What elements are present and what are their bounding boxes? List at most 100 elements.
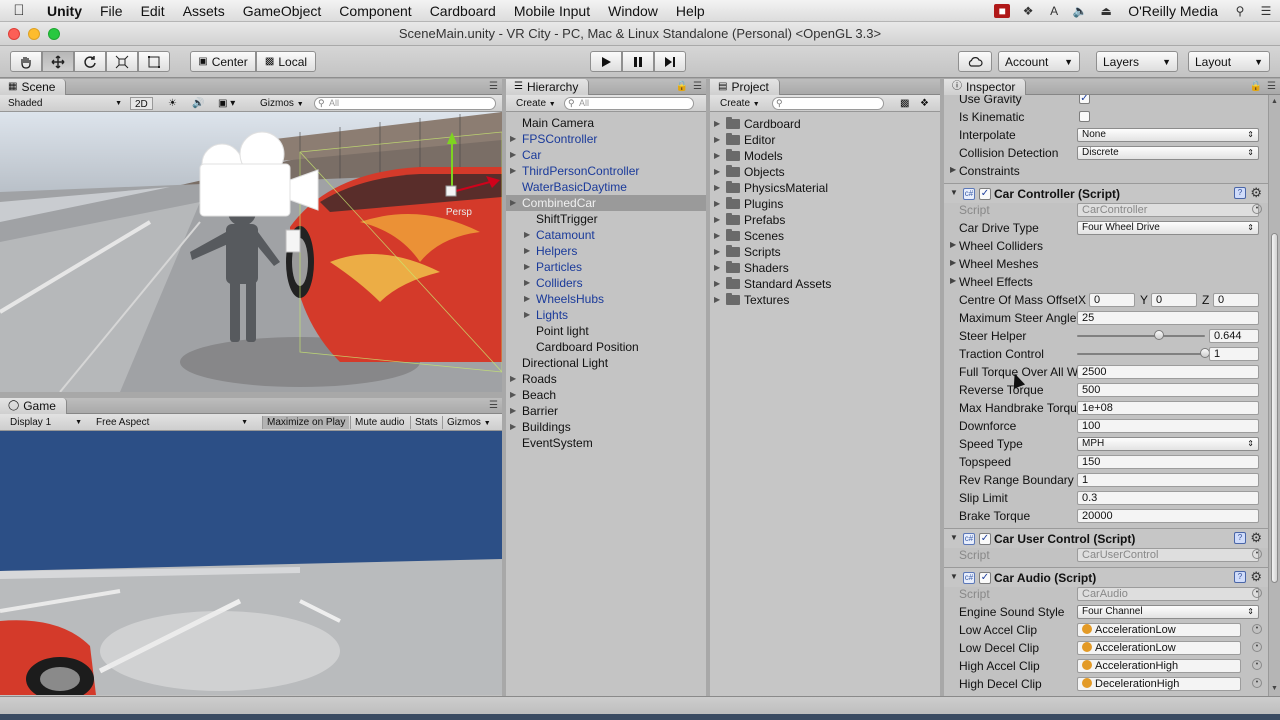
low-decel-clip-field[interactable]: AccelerationLow xyxy=(1077,641,1241,655)
wheel-effects-foldout[interactable]: ▶ Wheel Effects xyxy=(944,273,1268,291)
car-audio-enabled-checkbox[interactable]: ✓ xyxy=(979,572,991,584)
expand-triangle-icon[interactable]: ▶ xyxy=(714,180,720,196)
hierarchy-item[interactable]: ▶ Buildings xyxy=(506,419,706,435)
play-button[interactable] xyxy=(590,51,622,72)
help-book-icon[interactable]: ? xyxy=(1234,532,1246,544)
gear-icon[interactable]: ⚙ xyxy=(1250,530,1262,546)
max-handbrake-field[interactable]: 1e+08 xyxy=(1077,401,1259,415)
hierarchy-item[interactable]: ShiftTrigger xyxy=(506,211,706,227)
scene-viewport[interactable]: Persp xyxy=(0,112,502,392)
tab-scene[interactable]: ▦ Scene xyxy=(0,79,67,95)
project-folder-item[interactable]: ▶ Models xyxy=(710,148,940,164)
2d-toggle[interactable]: 2D xyxy=(130,97,153,110)
dropbox-icon[interactable]: ❖ xyxy=(1020,4,1036,18)
slip-limit-field[interactable]: 0.3 xyxy=(1077,491,1259,505)
menu-window[interactable]: Window xyxy=(599,3,667,19)
expand-triangle-icon[interactable]: ▶ xyxy=(524,227,530,243)
hierarchy-create-dropdown[interactable]: Create ▼ xyxy=(512,97,560,110)
scale-tool-button[interactable] xyxy=(106,51,138,72)
expand-triangle-icon[interactable]: ▶ xyxy=(714,212,720,228)
project-folder-item[interactable]: ▶ PhysicsMaterial xyxy=(710,180,940,196)
downforce-field[interactable]: 100 xyxy=(1077,419,1259,433)
scene-gizmos-dropdown[interactable]: Gizmos ▼ xyxy=(256,97,308,110)
hierarchy-search-input[interactable]: ⚲ All xyxy=(564,97,694,110)
menu-edit[interactable]: Edit xyxy=(132,3,174,19)
move-tool-button[interactable] xyxy=(42,51,74,72)
help-book-icon[interactable]: ? xyxy=(1234,571,1246,583)
tab-game[interactable]: ◯ Game xyxy=(0,398,67,414)
expand-triangle-icon[interactable]: ▶ xyxy=(714,196,720,212)
hierarchy-item[interactable]: WaterBasicDaytime xyxy=(506,179,706,195)
car-drive-type-dropdown[interactable]: Four Wheel Drive ⇕ xyxy=(1077,221,1259,235)
layout-dropdown[interactable]: Layout ▼ xyxy=(1188,51,1270,72)
lighting-icon[interactable]: ☀ xyxy=(164,97,181,110)
hierarchy-item[interactable]: Main Camera xyxy=(506,115,706,131)
shading-mode-dropdown[interactable]: Shaded ▼ xyxy=(4,97,124,110)
expand-triangle-icon[interactable]: ▶ xyxy=(714,132,720,148)
tab-hierarchy[interactable]: ☰ Hierarchy xyxy=(506,79,590,95)
rect-tool-button[interactable] xyxy=(138,51,170,72)
gear-icon[interactable]: ⚙ xyxy=(1250,185,1262,201)
scroll-down-icon[interactable]: ▼ xyxy=(1269,684,1280,694)
scroll-up-icon[interactable]: ▲ xyxy=(1269,97,1280,107)
expand-triangle-icon[interactable]: ▶ xyxy=(714,228,720,244)
expand-triangle-icon[interactable]: ▶ xyxy=(510,163,516,179)
car-user-control-enabled-checkbox[interactable]: ✓ xyxy=(979,533,991,545)
expand-triangle-icon[interactable]: ▶ xyxy=(524,307,530,323)
stats-toggle[interactable]: Stats xyxy=(410,416,442,429)
mute-audio-toggle[interactable]: Mute audio xyxy=(350,416,408,429)
tab-project[interactable]: ▤ Project xyxy=(710,79,780,95)
traction-control-slider-track[interactable] xyxy=(1077,353,1205,355)
brake-torque-field[interactable]: 20000 xyxy=(1077,509,1259,523)
car-controller-enabled-checkbox[interactable]: ✓ xyxy=(979,188,991,200)
hand-tool-button[interactable] xyxy=(10,51,42,72)
car-user-control-header[interactable]: ▼ c# ✓ Car User Control (Script) ? ⚙ xyxy=(944,528,1268,548)
project-folder-item[interactable]: ▶ Prefabs xyxy=(710,212,940,228)
minimize-window-button[interactable] xyxy=(28,28,40,40)
user-menu[interactable]: O'Reilly Media xyxy=(1124,3,1222,19)
hierarchy-item[interactable]: ▶ Roads xyxy=(506,371,706,387)
high-accel-clip-field[interactable]: AccelerationHigh xyxy=(1077,659,1241,673)
constraints-foldout[interactable]: ▶ Constraints xyxy=(944,162,1268,180)
project-folder-item[interactable]: ▶ Shaders xyxy=(710,260,940,276)
collision-detection-dropdown[interactable]: Discrete ⇕ xyxy=(1077,146,1259,160)
expand-triangle-icon[interactable]: ▶ xyxy=(714,164,720,180)
traction-control-field[interactable]: 1 xyxy=(1209,347,1259,361)
pause-button[interactable] xyxy=(622,51,654,72)
game-gizmos-dropdown[interactable]: Gizmos ▼ xyxy=(442,416,495,429)
hierarchy-item[interactable]: ▶ Catamount xyxy=(506,227,706,243)
lock-icon[interactable]: 🔒 xyxy=(676,81,688,92)
expand-triangle-icon[interactable]: ▶ xyxy=(510,419,516,435)
expand-triangle-icon[interactable]: ▶ xyxy=(524,275,530,291)
hierarchy-item[interactable]: Cardboard Position xyxy=(506,339,706,355)
rotate-tool-button[interactable] xyxy=(74,51,106,72)
hierarchy-item[interactable]: ▶ CombinedCar xyxy=(506,195,706,211)
expand-triangle-icon[interactable]: ▶ xyxy=(510,131,516,147)
high-decel-clip-field[interactable]: DecelerationHigh xyxy=(1077,677,1241,691)
com-y-field[interactable]: 0 xyxy=(1151,293,1197,307)
object-picker-icon[interactable]: • xyxy=(1252,660,1262,670)
is-kinematic-checkbox[interactable] xyxy=(1079,111,1090,122)
car-audio-script-field[interactable]: CarAudio xyxy=(1077,587,1259,601)
expand-triangle-icon[interactable]: ▶ xyxy=(510,147,516,163)
interpolate-dropdown[interactable]: None ⇕ xyxy=(1077,128,1259,142)
expand-triangle-icon[interactable]: ▶ xyxy=(524,291,530,307)
wheel-meshes-foldout[interactable]: ▶ Wheel Meshes xyxy=(944,255,1268,273)
adobe-icon[interactable]: A xyxy=(1046,4,1062,18)
inspector-scrollbar-thumb[interactable] xyxy=(1271,233,1278,583)
car-controller-header[interactable]: ▼ c# ✓ Car Controller (Script) ? ⚙ xyxy=(944,183,1268,203)
hierarchy-item[interactable]: ▶ FPSController xyxy=(506,131,706,147)
hierarchy-item[interactable]: Point light xyxy=(506,323,706,339)
spotlight-search-icon[interactable]: ⚲ xyxy=(1232,4,1248,18)
full-torque-field[interactable]: 2500 xyxy=(1077,365,1259,379)
zoom-window-button[interactable] xyxy=(48,28,60,40)
game-viewport[interactable] xyxy=(0,431,502,695)
display-dropdown[interactable]: Display 1 ▼ xyxy=(6,416,84,429)
project-folder-item[interactable]: ▶ Editor xyxy=(710,132,940,148)
hierarchy-item[interactable]: ▶ ThirdPersonController xyxy=(506,163,706,179)
expand-triangle-icon[interactable]: ▶ xyxy=(714,276,720,292)
menu-mobile-input[interactable]: Mobile Input xyxy=(505,3,599,19)
car-controller-script-field[interactable]: CarController xyxy=(1077,203,1259,217)
filter-by-type-icon[interactable]: ▩ xyxy=(896,97,913,110)
aspect-dropdown[interactable]: Free Aspect ▼ xyxy=(92,416,250,429)
